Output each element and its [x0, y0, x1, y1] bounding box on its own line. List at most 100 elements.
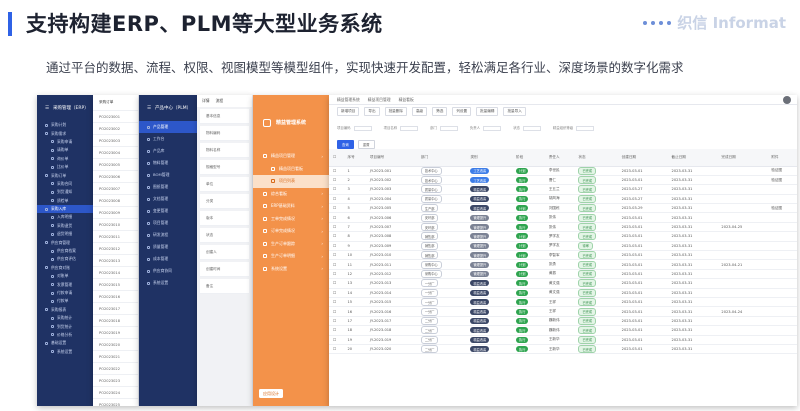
sidebar-item[interactable]: 请购单: [37, 146, 93, 154]
sidebar-item[interactable]: 采购计划: [37, 121, 93, 129]
table-row[interactable]: ☐ 10 JY-2023-010 销售部 管理提升 计划 李智军 已完成 2023-03-01 2…: [329, 250, 797, 261]
sidebar-item[interactable]: 综合看板 ›: [253, 188, 329, 201]
table-row[interactable]: ☐ 16 JY-2023-016 一分厂 精益改善 执行 王祥 已完成 2023-03-01 20…: [329, 306, 797, 317]
sidebar-item[interactable]: 变更管理: [139, 205, 197, 217]
list-item[interactable]: PO2023017: [93, 303, 138, 315]
table-row[interactable]: ☐ 20 JY-2023-020 二分厂 精益改善 执行 王新华 已完成 2023-03-01 2…: [329, 344, 797, 355]
sidebar-item[interactable]: 产品库: [139, 145, 197, 157]
sidebar-item[interactable]: 订单完成情况 ›: [253, 225, 329, 238]
list-item[interactable]: PO2023015: [93, 279, 138, 291]
sidebar-item[interactable]: 生产订单明细 ›: [253, 250, 329, 263]
sidebar-item[interactable]: 发票管理: [37, 280, 93, 288]
sidebar-item[interactable]: 供应商对账: [37, 264, 93, 272]
sidebar-item[interactable]: 采购退货: [37, 222, 93, 230]
sidebar-item[interactable]: 入库明细: [37, 213, 93, 221]
toolbar-button[interactable]: 批量编辑: [476, 106, 499, 116]
list-item[interactable]: PO2023006: [93, 171, 138, 183]
table-row[interactable]: ☐ 7 JY-2023-007 安环部 管理提升 执行 张伟 已完成 2023-03-01 202…: [329, 222, 797, 233]
breadcrumb-item[interactable]: 精益项目管理: [368, 97, 391, 103]
row-checkbox[interactable]: ☐: [329, 250, 344, 261]
table-row[interactable]: ☐ 13 JY-2023-013 一分厂 精益改善 执行 黄文强 已完成 2023-03-01 2…: [329, 278, 797, 289]
table-row[interactable]: ☐ 18 JY-2023-018 二分厂 精益改善 执行 魏新伟 已完成 2023-03-01 2…: [329, 325, 797, 336]
select-all-checkbox[interactable]: ☐: [329, 149, 344, 167]
table-row[interactable]: ☐ 17 JY-2023-017 二分厂 精益改善 执行 魏新伟 已完成 2023-03-01 2…: [329, 316, 797, 327]
sidebar-item[interactable]: 对账单: [37, 272, 93, 280]
sidebar-item[interactable]: 精益项目管理 ›: [253, 150, 329, 163]
sidebar-item[interactable]: ERP基础资料 ›: [253, 200, 329, 213]
table-row[interactable]: ☐ 19 JY-2023-019 二分厂 精益改善 执行 王新华 已完成 2023-03-01 2…: [329, 335, 797, 345]
query-button[interactable]: 查询: [337, 139, 354, 149]
toolbar-button[interactable]: 筛选: [432, 106, 448, 116]
row-checkbox[interactable]: ☐: [329, 175, 344, 186]
list-item[interactable]: PO2023003: [93, 135, 138, 147]
breadcrumb-item[interactable]: 精益看板: [399, 97, 414, 103]
sidebar-item[interactable]: 采购合同: [37, 180, 93, 188]
sidebar-item[interactable]: 到货通知: [37, 188, 93, 196]
sidebar-item[interactable]: 物料管理: [139, 157, 197, 169]
row-checkbox[interactable]: ☐: [329, 203, 344, 214]
sidebar-item[interactable]: 采购需求: [37, 129, 93, 137]
sidebar-item[interactable]: 付款申请: [37, 289, 93, 297]
menu-icon[interactable]: ☰: [147, 106, 151, 111]
list-item[interactable]: PO2023021: [93, 351, 138, 363]
sidebar-item[interactable]: 供应商协同: [139, 265, 197, 277]
list-item[interactable]: PO2023010: [93, 219, 138, 231]
list-item[interactable]: PO2023025: [93, 399, 138, 407]
row-checkbox[interactable]: ☐: [329, 212, 344, 223]
row-checkbox[interactable]: ☐: [329, 306, 344, 317]
sidebar-item[interactable]: 系统设置: [139, 277, 197, 289]
list-item[interactable]: PO2023013: [93, 255, 138, 267]
row-checkbox[interactable]: ☐: [329, 184, 344, 195]
row-checkbox[interactable]: ☐: [329, 166, 344, 176]
table-row[interactable]: ☐ 12 JY-2023-012 采购中心 管理提升 计划 黄振 已完成 2023-03-01 2…: [329, 269, 797, 280]
sidebar-item[interactable]: 产品管理: [139, 121, 197, 133]
table-row[interactable]: ☐ 15 JY-2023-015 一分厂 精益改善 执行 王祥 已完成 2023-03-01 20…: [329, 297, 797, 308]
row-checkbox[interactable]: ☐: [329, 231, 344, 242]
row-checkbox[interactable]: ☐: [329, 335, 344, 345]
toolbar-button[interactable]: 导出: [364, 106, 380, 116]
list-item[interactable]: PO2023012: [93, 243, 138, 255]
table-row[interactable]: ☐ 2 JY-2023-002 技术中心 工艺改善 执行 曹仁 已完成 2023-03-01 20…: [329, 175, 797, 186]
toolbar-button[interactable]: 新增项目: [337, 106, 360, 116]
row-checkbox[interactable]: ☐: [329, 241, 344, 252]
sidebar-item[interactable]: 采购统计: [37, 314, 93, 322]
table-row[interactable]: ☐ 8 JY-2023-008 销售部 管理提升 计划 罗学友 已完成 2023-03-01 20…: [329, 231, 797, 242]
list-item[interactable]: PO2023009: [93, 207, 138, 219]
toolbar-button[interactable]: 高级: [411, 106, 428, 116]
toolbar-button[interactable]: 列设置: [452, 106, 472, 116]
filter-input[interactable]: [522, 125, 541, 131]
list-item[interactable]: PO2023004: [93, 147, 138, 159]
sidebar-item[interactable]: 成本管理: [139, 253, 197, 265]
sidebar-item[interactable]: 系统设置 ›: [253, 263, 329, 276]
sidebar-item[interactable]: 供应商管理: [37, 238, 93, 246]
table-row[interactable]: ☐ 9 JY-2023-009 销售部 管理提升 计划 罗学友 待审 2023-03-01 202…: [329, 241, 797, 252]
list-item[interactable]: PO2023016: [93, 291, 138, 303]
sidebar-item[interactable]: 质检单: [37, 197, 93, 205]
toolbar-button[interactable]: 批量删除: [384, 106, 407, 116]
menu-icon[interactable]: ☰: [45, 106, 49, 111]
sidebar-item[interactable]: 询价单: [37, 155, 93, 163]
list-item[interactable]: PO2023014: [93, 267, 138, 279]
tab-flow[interactable]: 流程: [216, 98, 224, 104]
sidebar-item[interactable]: 采购订单: [37, 171, 93, 179]
app-design-button[interactable]: 应用设计: [259, 389, 283, 398]
row-checkbox[interactable]: ☐: [329, 278, 344, 289]
sidebar-item[interactable]: 质量管理: [139, 241, 197, 253]
list-item[interactable]: PO2023007: [93, 183, 138, 195]
filter-input[interactable]: [439, 125, 458, 131]
row-checkbox[interactable]: ☐: [329, 194, 344, 205]
sidebar-item[interactable]: 供应商评估: [37, 255, 93, 263]
sidebar-item[interactable]: 采购申请: [37, 138, 93, 146]
list-item[interactable]: PO2023022: [93, 363, 138, 375]
filter-input[interactable]: [483, 125, 502, 131]
row-checkbox[interactable]: ☐: [329, 222, 344, 233]
row-checkbox[interactable]: ☐: [329, 269, 344, 280]
sidebar-item[interactable]: 精益项目看板: [253, 163, 329, 176]
table-row[interactable]: ☐ 4 JY-2023-004 质量中心 精益改善 执行 胡风海 已完成 2023-03-27 2…: [329, 194, 797, 205]
avatar[interactable]: [783, 96, 791, 104]
sidebar-item[interactable]: 退货明细: [37, 230, 93, 238]
list-item[interactable]: PO2023005: [93, 159, 138, 171]
row-checkbox[interactable]: ☐: [329, 259, 344, 270]
table-row[interactable]: ☐ 11 JY-2023-011 采购中心 管理提升 计划 张勇 已完成 2023-03-01 2…: [329, 259, 797, 270]
sidebar-item[interactable]: 采购报表: [37, 306, 93, 314]
